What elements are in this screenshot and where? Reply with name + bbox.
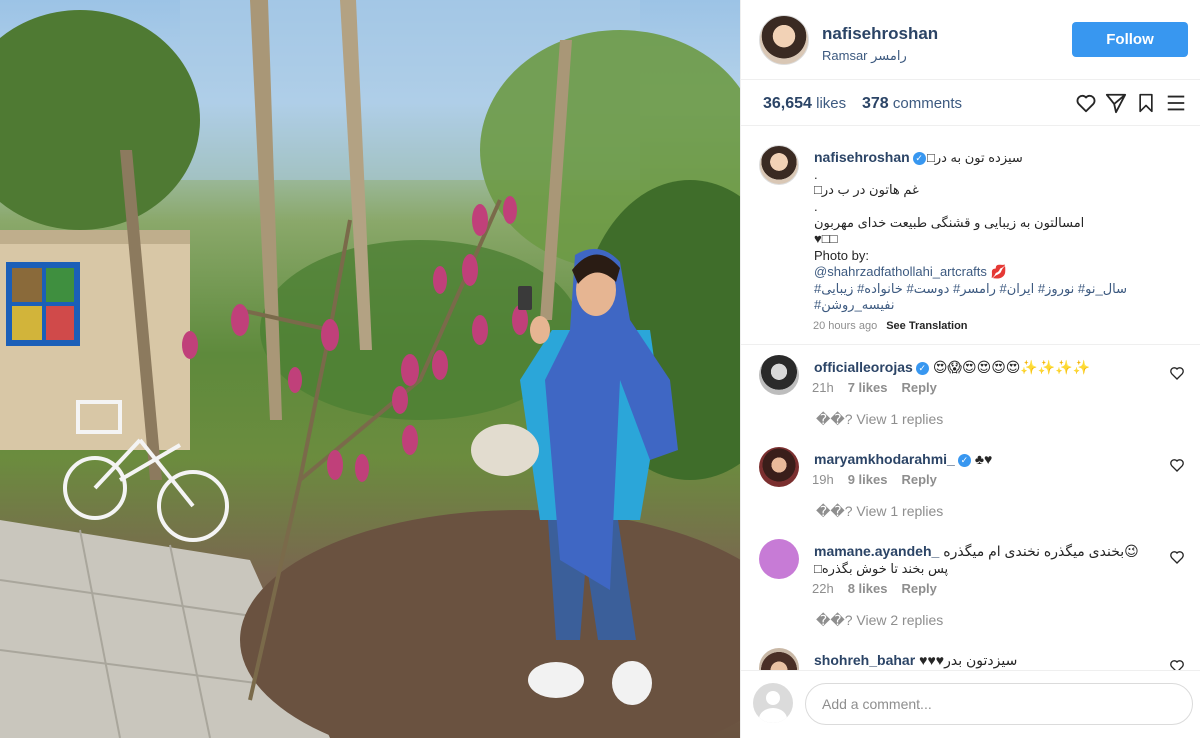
post-header: nafisehroshan Ramsar رامسر Follow (741, 0, 1200, 80)
comment-username[interactable]: mamane.ayandeh_ بخندی میگذره نخندی ام میگ… (814, 543, 1139, 560)
comments-label: comments (892, 95, 963, 112)
post-time: 20 hours ago (813, 320, 878, 332)
follow-button[interactable]: Follow (1072, 22, 1188, 57)
heart-icon[interactable] (1169, 549, 1185, 565)
comment-username[interactable]: maryamkhodarahmi_ ✓ ♣♥ (814, 451, 992, 467)
add-comment-bar (741, 670, 1200, 738)
verified-badge-icon: ✓ (912, 151, 926, 165)
comment-username-text: shohreh_bahar (814, 652, 916, 668)
heart-icon[interactable] (1169, 365, 1185, 381)
username[interactable]: nafisehroshan (822, 24, 938, 44)
comment-username-text: maryamkhodarahmi_ (814, 451, 955, 467)
comment-username-text: officialleorojas (814, 359, 913, 375)
comment-likes[interactable]: 7 likes (848, 380, 888, 395)
comment-time: 21h (812, 380, 834, 395)
comment-likes[interactable]: 9 likes (848, 472, 888, 487)
caption-line: غم هاتون در ب در□ (814, 182, 919, 197)
menu-icon[interactable] (1165, 91, 1187, 115)
caption-meta: 20 hours ago See Translation (813, 320, 968, 332)
heart-icon[interactable] (1169, 457, 1185, 473)
comment-time: 22h (812, 581, 834, 596)
comment-text: بخندی میگذره نخندی ام میگذره😉 (943, 543, 1139, 559)
avatar[interactable] (759, 15, 809, 65)
likes-count[interactable]: 36,654 likes (763, 95, 846, 113)
comment-meta: 21h 7 likes Reply (812, 380, 937, 395)
see-translation-link[interactable]: See Translation (886, 320, 967, 332)
comment-time: 19h (812, 472, 834, 487)
verified-badge-icon: ✓ (957, 453, 971, 467)
action-bar (1075, 91, 1187, 115)
verified-badge-icon: ✓ (915, 361, 929, 375)
avatar[interactable] (759, 355, 799, 395)
comment-username[interactable]: officialleorojas ✓ 😍😱😍😍😍😍✨✨✨✨ (814, 359, 1090, 376)
reply-button[interactable]: Reply (901, 380, 936, 395)
likes-label: likes (816, 95, 847, 112)
comment-text-line2: پس بخند تا خوش بگذره□ (814, 561, 949, 576)
comment-text: ♣♥ (974, 451, 993, 467)
reply-button[interactable]: Reply (901, 581, 936, 596)
send-icon[interactable] (1105, 91, 1127, 115)
avatar[interactable] (759, 447, 799, 487)
user-avatar-icon (753, 683, 793, 723)
caption-line: سیزده تون به در□ (927, 150, 1023, 165)
comments-count[interactable]: 378 comments (862, 95, 962, 113)
comment-item: mamane.ayandeh_ بخندی میگذره نخندی ام میگ… (741, 539, 1200, 649)
comment-item: shohreh_bahar ♥♥♥سیزدتون بدر (741, 648, 1200, 670)
avatar[interactable] (759, 539, 799, 579)
heart-icon[interactable] (1075, 91, 1097, 115)
comment-item: officialleorojas ✓ 😍😱😍😍😍😍✨✨✨✨ 21h 7 likes Re… (741, 355, 1200, 447)
caption-line: ♥□□ (814, 231, 838, 246)
view-replies-link[interactable]: ��? View 1 replies (816, 411, 943, 428)
photo-scene (0, 0, 740, 738)
caption-line: امسالتون به زیبایی و قشنگی طبیعت خدای مه… (814, 215, 1085, 230)
view-replies-link[interactable]: ��? View 1 replies (816, 503, 943, 520)
likes-number: 36,654 (763, 95, 812, 112)
hashtag-link[interactable]: نفیسه_روشن# (814, 297, 895, 313)
comment-meta: 22h 8 likes Reply (812, 581, 937, 596)
comment-text: 😍😱😍😍😍😍✨✨✨✨ (932, 359, 1091, 375)
comment-likes[interactable]: 8 likes (848, 581, 888, 596)
location-link[interactable]: Ramsar رامسر (822, 48, 907, 64)
post-photo[interactable] (0, 0, 740, 738)
caption-username-text: nafisehroshan (814, 149, 910, 165)
hashtag-links[interactable]: سال_نو# نوروز# ایران# رامسر# دوست# خانوا… (814, 281, 1127, 297)
mention-link[interactable]: @shahrzadfathollahi_artcrafts 💋 (814, 264, 1007, 280)
caption-line: . (814, 199, 818, 214)
caption-line: . (814, 167, 818, 182)
avatar[interactable] (759, 145, 799, 185)
comment-input[interactable] (805, 683, 1193, 725)
comment-text: ♥♥♥سیزدتون بدر (919, 652, 1018, 668)
post-stats: 36,654 likes 378 comments (741, 80, 1200, 126)
comment-username-text: mamane.ayandeh_ (814, 543, 940, 559)
view-replies-link[interactable]: ��? View 2 replies (816, 612, 943, 629)
heart-icon[interactable] (1169, 658, 1185, 670)
caption-username[interactable]: nafisehroshan ✓ (814, 149, 926, 165)
caption-line: Photo by: (814, 248, 869, 263)
post-sidebar: nafisehroshan Ramsar رامسر Follow 36,654… (740, 0, 1200, 738)
comment-username[interactable]: shohreh_bahar ♥♥♥سیزدتون بدر (814, 652, 1017, 669)
reply-button[interactable]: Reply (901, 472, 936, 487)
comment-item: maryamkhodarahmi_ ✓ ♣♥ 19h 9 likes Reply ��?… (741, 447, 1200, 539)
comment-meta: 19h 9 likes Reply (812, 472, 937, 487)
post-caption: nafisehroshan ✓ سیزده تون به در□ . غم هات… (741, 127, 1200, 345)
avatar[interactable] (759, 648, 799, 670)
comments-number: 378 (862, 95, 889, 112)
bookmark-icon[interactable] (1135, 91, 1157, 115)
